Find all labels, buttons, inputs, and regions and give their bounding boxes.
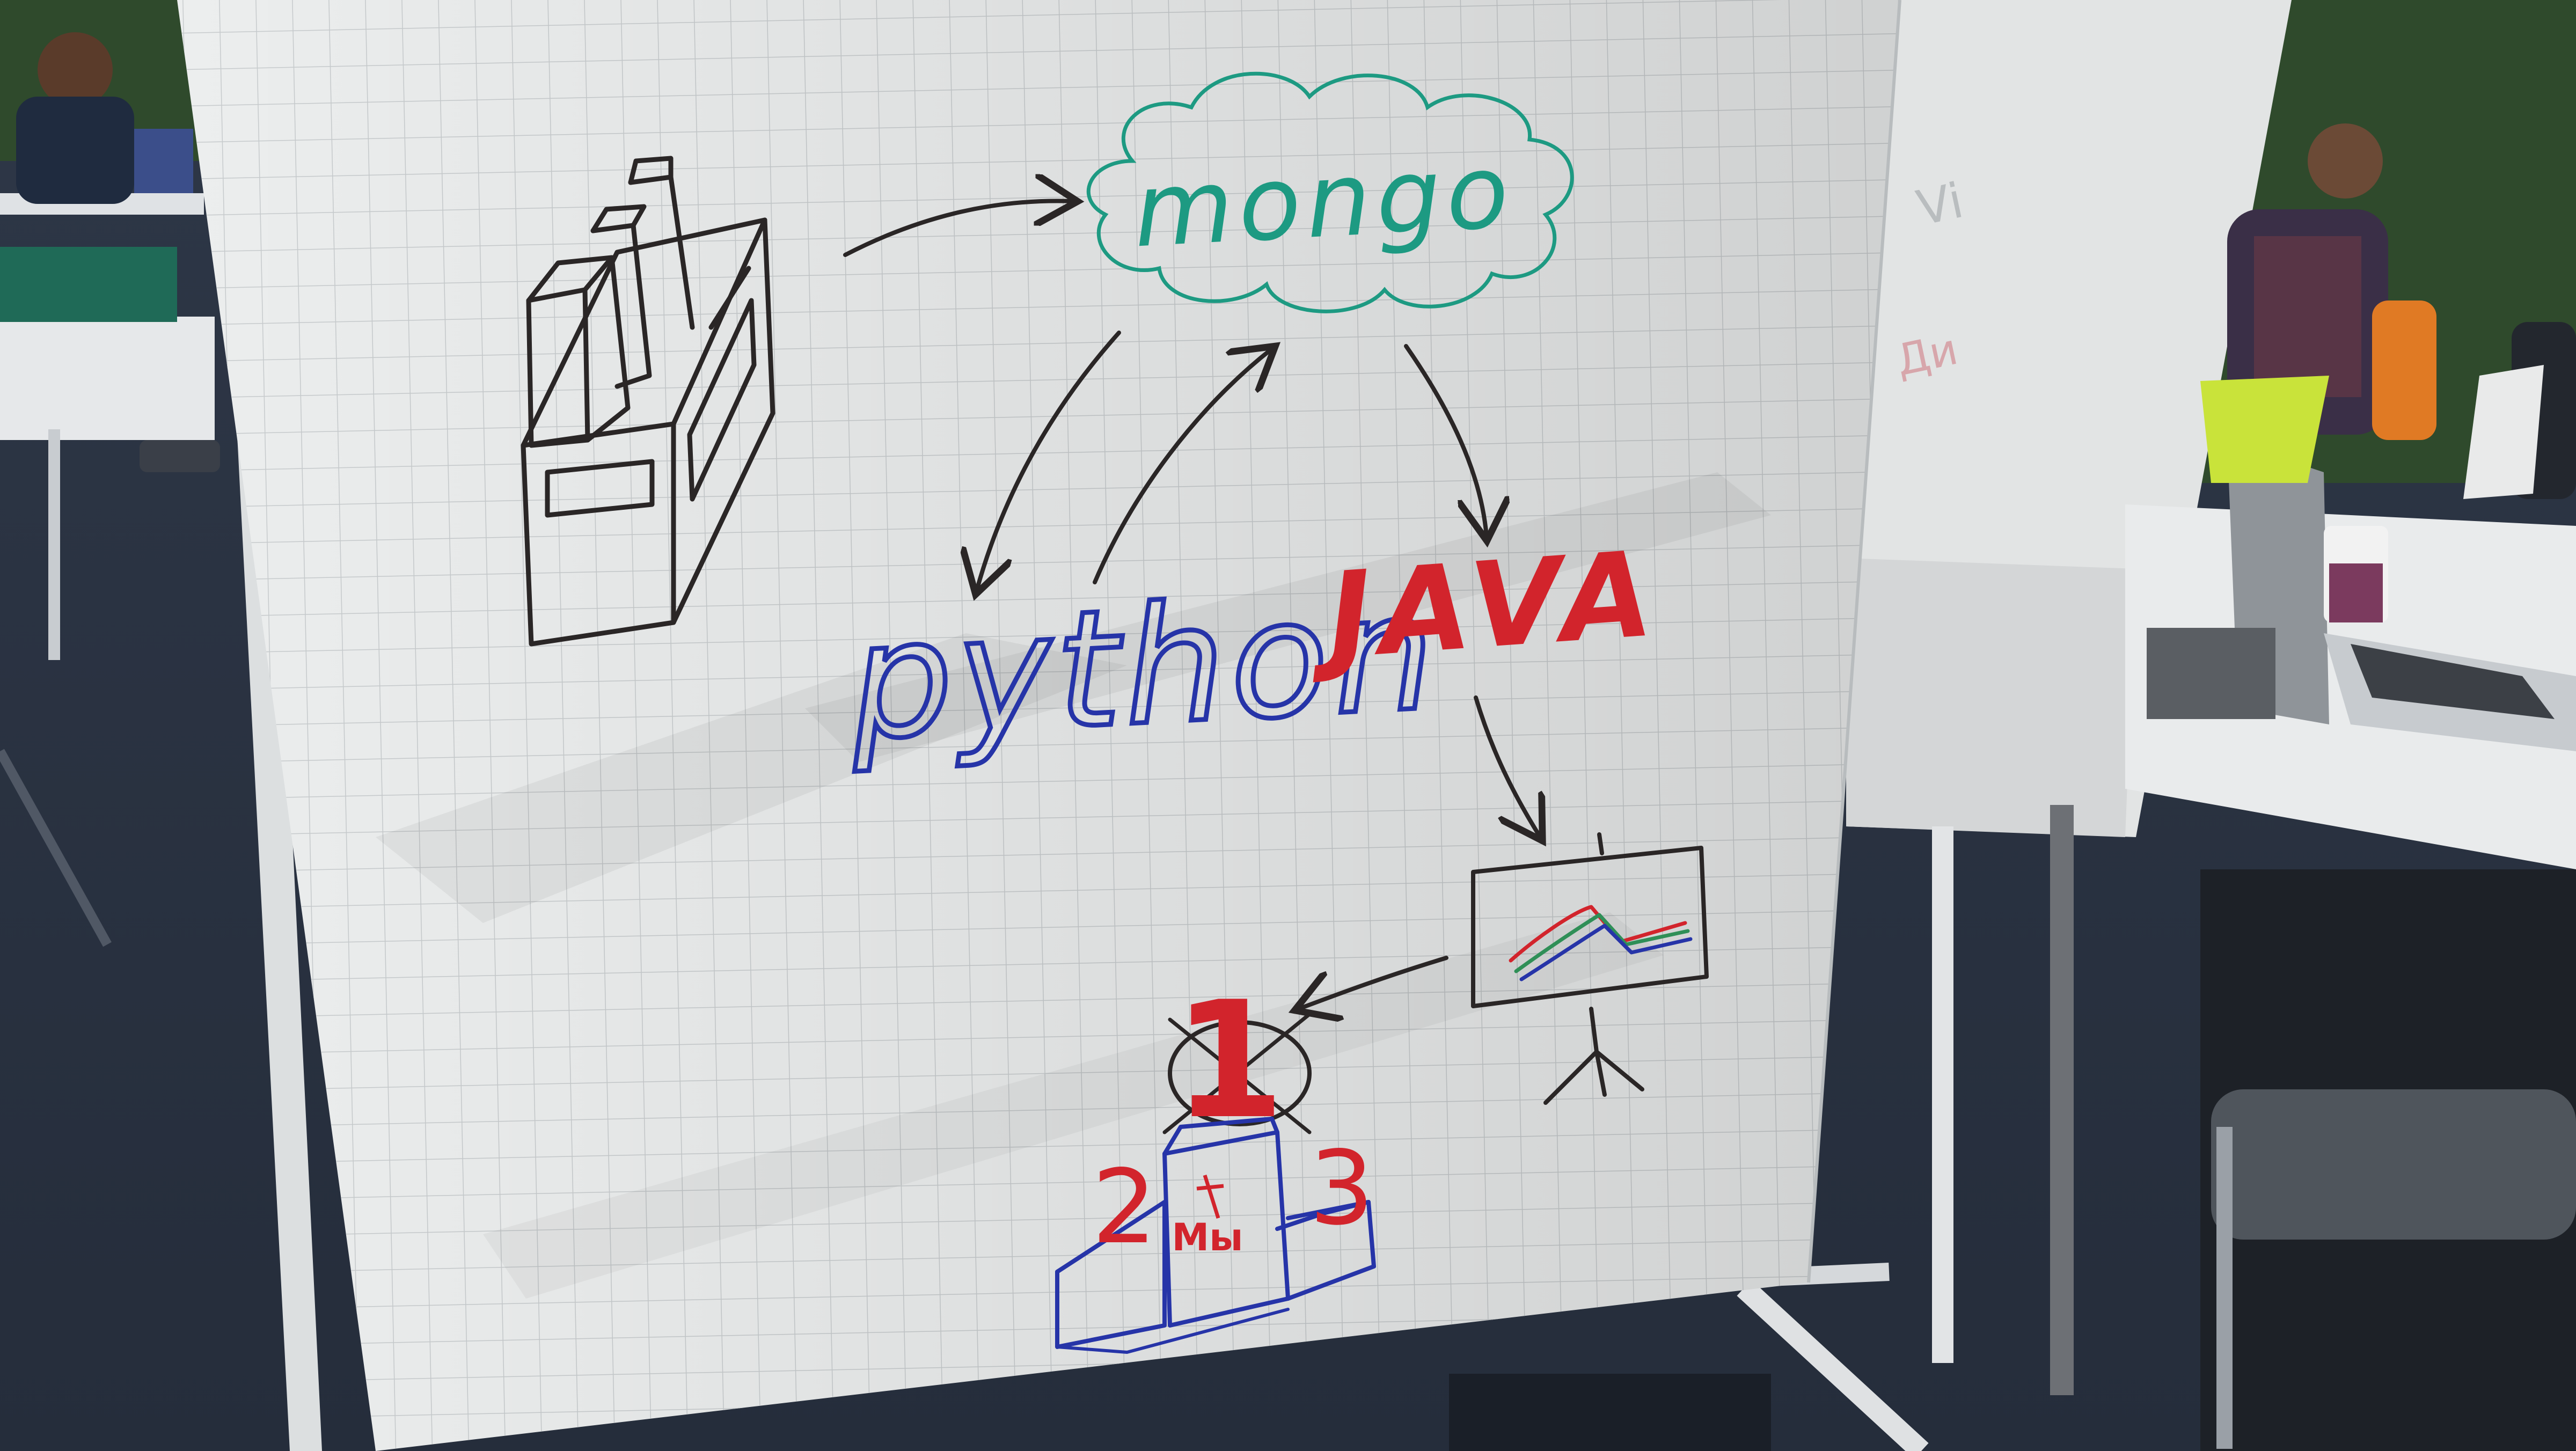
- rank-third-label: 3: [1309, 1129, 1374, 1248]
- rank-first-label: 1: [1173, 967, 1285, 1154]
- rank-second-label: 2: [1092, 1148, 1157, 1266]
- photo-scene: Vi Ди mongo python JAVA 1 2 3 Мы: [0, 0, 2576, 1451]
- mongo-label: mongo: [1131, 132, 1517, 270]
- podium-we-label: Мы: [1172, 1215, 1243, 1259]
- java-label: JAVA: [1304, 525, 1664, 686]
